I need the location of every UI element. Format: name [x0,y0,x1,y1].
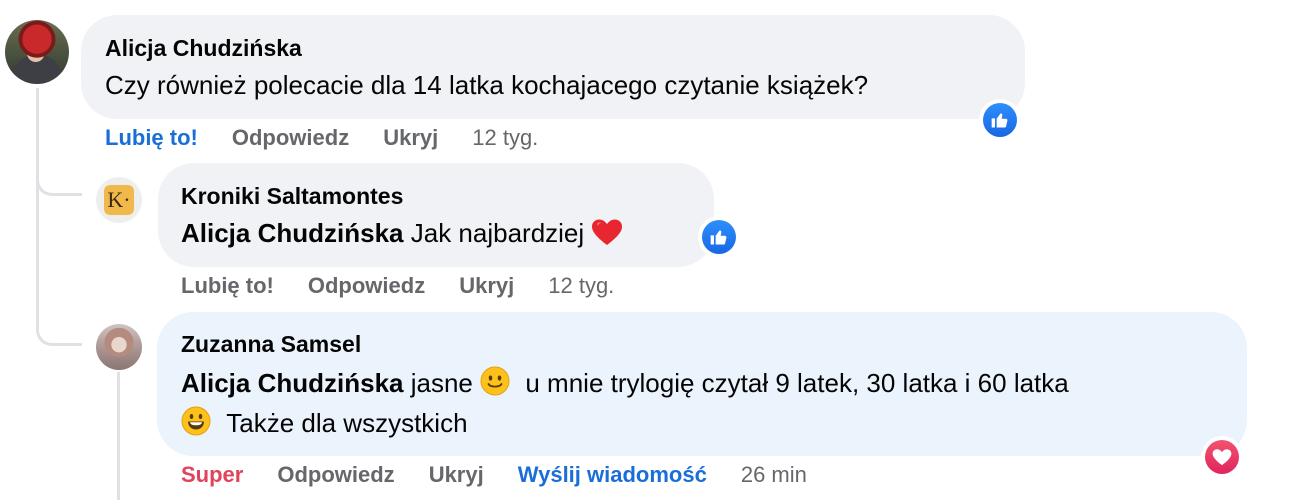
thread-line-sub [117,372,120,500]
reaction-badge[interactable] [698,216,740,258]
comment-text-line-2: Także dla wszystkich [181,406,468,439]
super-button[interactable]: Super [181,462,243,488]
reply-button[interactable]: Odpowiedz [232,125,349,151]
comment-author[interactable]: Alicja Chudzińska [105,35,302,62]
send-message-button[interactable]: Wyślij wiadomość [518,462,707,488]
reply-button[interactable]: Odpowiedz [308,273,425,299]
mention-link[interactable]: Alicja Chudzińska [181,368,404,398]
reaction-badge[interactable] [1201,436,1243,478]
reaction-badge[interactable] [979,99,1021,141]
hide-button[interactable]: Ukryj [459,273,514,299]
like-button[interactable]: Lubię to! [105,125,198,151]
timestamp[interactable]: 12 tyg. [472,125,538,151]
comment-bubble: Alicja Chudzińska Czy również polecacie … [81,15,1025,119]
thread-connector-reply-2 [36,300,82,346]
like-icon [991,113,1008,128]
avatar[interactable] [96,324,142,370]
comment-bubble: Zuzanna Samsel Alicja Chudzińska jasne u… [157,312,1247,456]
red-heart-emoji [592,219,623,245]
like-button[interactable]: Lubię to! [181,273,274,299]
comment-text-body: Jak najbardziej [410,218,585,248]
timestamp[interactable]: 26 min [741,462,807,488]
love-icon [1212,449,1232,466]
like-icon [710,230,727,245]
comment-text: Alicja Chudzińska Jak najbardziej [181,218,623,249]
smiling-face-emoji [480,366,510,396]
avatar[interactable] [5,20,69,84]
hide-button[interactable]: Ukryj [383,125,438,151]
comment-text-c: Także dla wszystkich [226,408,468,438]
comment-actions: Lubię to! Odpowiedz Ukryj 12 tyg. [105,125,538,151]
mention-link[interactable]: Alicja Chudzińska [181,218,404,248]
reply-button[interactable]: Odpowiedz [277,462,394,488]
comment-actions: Super Odpowiedz Ukryj Wyślij wiadomość 2… [181,462,807,488]
thread-connector-reply-1 [36,160,82,196]
comment-bubble: Kroniki Saltamontes Alicja Chudzińska Ja… [158,163,714,267]
comment-actions: Lubię to! Odpowiedz Ukryj 12 tyg. [181,273,614,299]
comment-text: Czy również polecacie dla 14 latka kocha… [105,70,869,100]
avatar[interactable]: K· [96,177,142,223]
comment-text-line-1: Alicja Chudzińska jasne u mnie trylogię … [181,366,1069,399]
comment-author[interactable]: Kroniki Saltamontes [181,183,403,210]
comment-text-a: jasne [410,368,473,398]
timestamp[interactable]: 12 tyg. [548,273,614,299]
comment-author[interactable]: Zuzanna Samsel [181,331,361,358]
hide-button[interactable]: Ukryj [429,462,484,488]
page-logo: K· [104,185,134,215]
comment-text-b: u mnie trylogię czytał 9 latek, 30 latka… [525,368,1069,398]
thread-line-main [36,88,39,318]
grinning-face-emoji [181,406,211,436]
